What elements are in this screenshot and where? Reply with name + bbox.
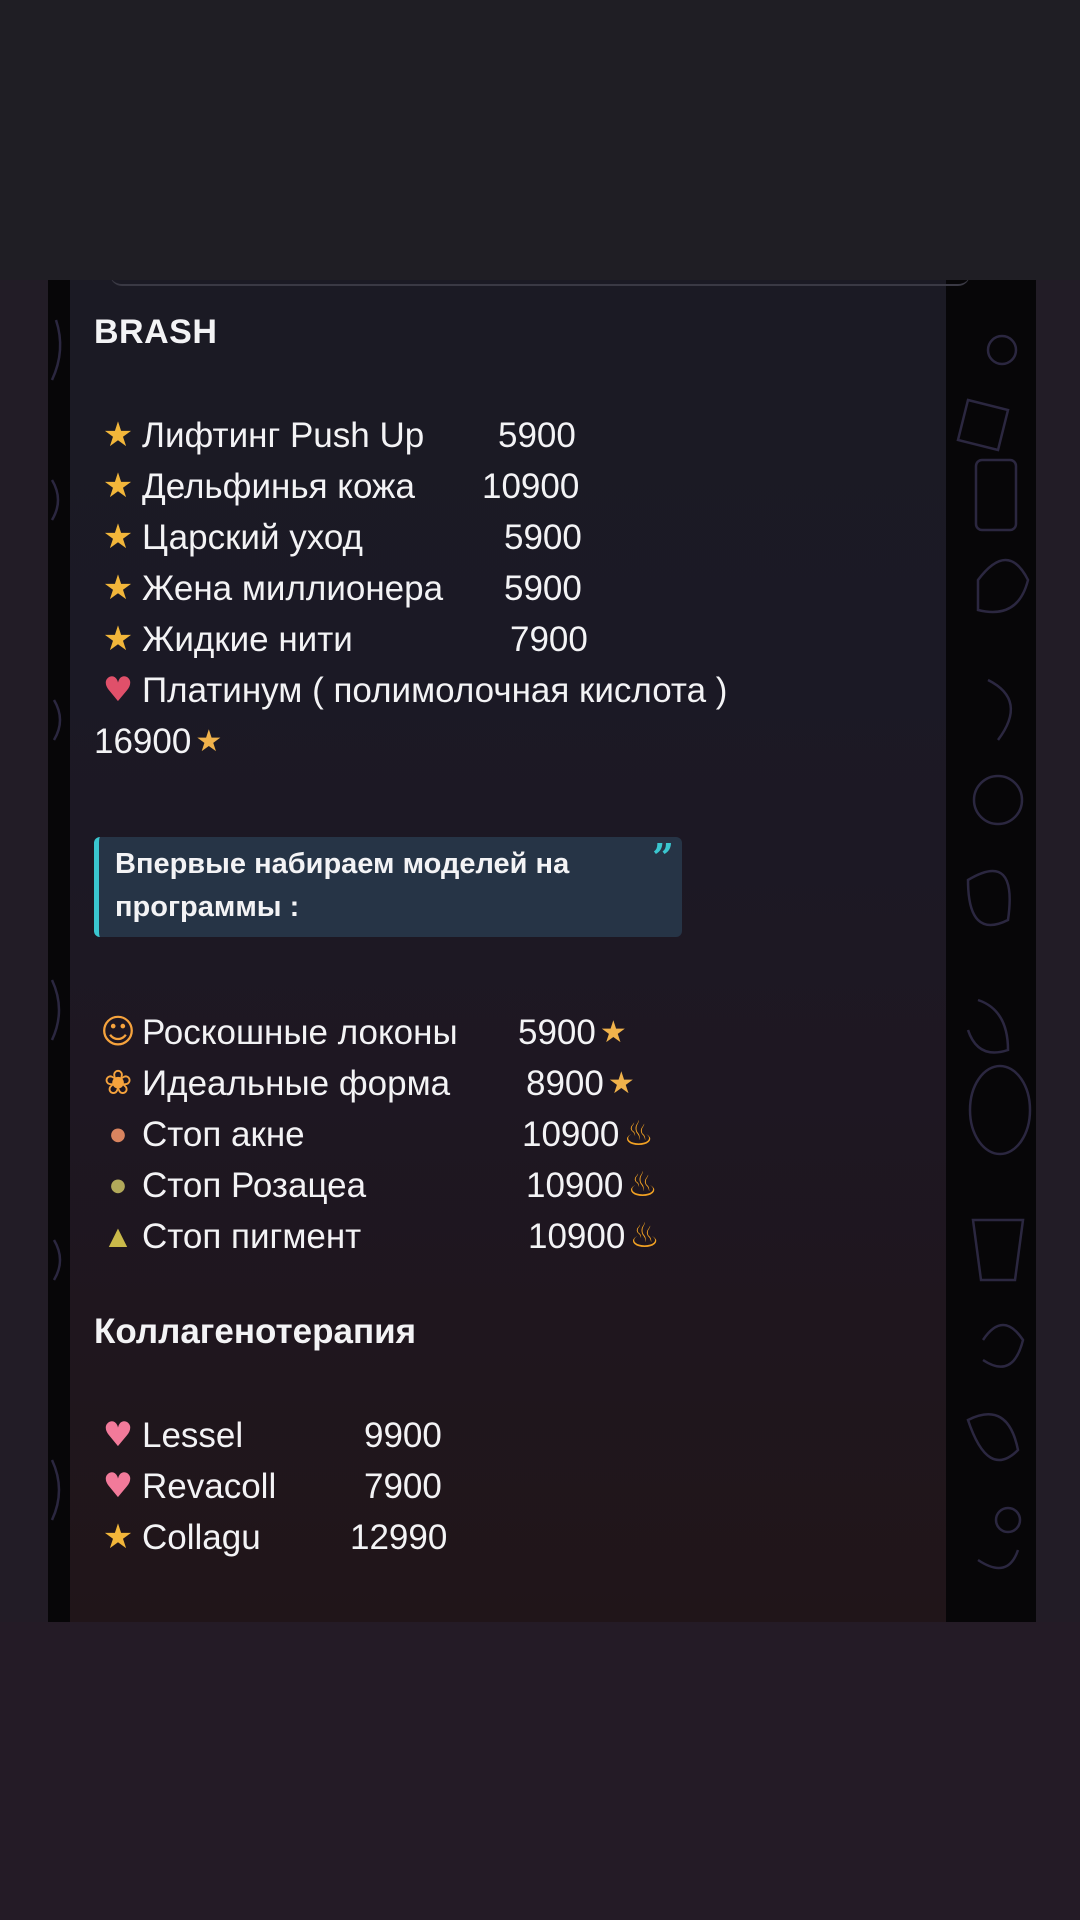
list-item: ★ Лифтинг Push Up 5900	[94, 410, 946, 461]
product-price: 7900	[364, 1467, 442, 1506]
list-item: ● Стоп акне 10900 ♨	[94, 1109, 946, 1160]
program-name: Дельфинья кожа	[142, 467, 415, 506]
quote-block: Впервые набираем моделей на программы : …	[94, 837, 682, 937]
program-price: 10900	[482, 467, 580, 506]
quote-icon: ”	[652, 835, 674, 880]
bottom-bar	[0, 1622, 1080, 1920]
list-item: ☺ Роскошные локоны 5900 ★	[94, 1007, 946, 1058]
star-icon: ★	[102, 466, 134, 506]
fire-icon: ♨	[627, 1165, 658, 1205]
top-bar	[0, 0, 1080, 280]
star-icon: ★	[102, 1517, 134, 1557]
program-name: Лифтинг Push Up	[142, 416, 425, 455]
program-name: Роскошные локоны	[142, 1013, 458, 1052]
star-icon: ★	[195, 724, 223, 759]
list-item: ♥ Платинум ( полимолочная кислота )	[94, 665, 946, 716]
message-title: BRASH	[94, 313, 218, 351]
list-item: ★ Жидкие нити 7900	[94, 614, 946, 665]
star-icon: ★	[607, 1066, 635, 1101]
previous-message-edge	[110, 280, 970, 286]
quote-text: Впервые набираем моделей на программы :	[115, 848, 570, 923]
smiling-face-icon: ☺	[100, 1012, 136, 1052]
chat-screenshot: BRASH ★ Лифтинг Push Up 5900 ★ Дельфинья…	[48, 280, 1036, 1622]
fire-icon: ♨	[623, 1114, 654, 1154]
program-name: Жена миллионера	[142, 569, 444, 608]
program-name: Стоп Розацеа	[142, 1166, 367, 1205]
program-list: ★ Лифтинг Push Up 5900 ★ Дельфинья кожа …	[94, 410, 946, 767]
program-price: 16900	[94, 722, 192, 761]
program-price: 5900	[504, 569, 582, 608]
program-price: 8900	[526, 1064, 604, 1103]
model-program-list: ☺ Роскошные локоны 5900 ★ ❀ Идеальные фо…	[94, 1007, 946, 1262]
program-name: Царский уход	[142, 518, 363, 557]
list-item: ▲ Стоп пигмент 10900 ♨	[94, 1211, 946, 1262]
program-price: 10900	[526, 1166, 624, 1205]
olive-icon: ●	[110, 1175, 126, 1196]
bouquet-icon: ❀	[103, 1063, 133, 1103]
program-price: 10900	[522, 1115, 620, 1154]
list-item: ★ Царский уход 5900	[94, 512, 946, 563]
product-price: 9900	[364, 1416, 442, 1455]
product-name: Lessel	[142, 1416, 244, 1455]
list-item: ♥ Lessel 9900	[94, 1410, 946, 1461]
pizza-icon: ▲	[108, 1222, 128, 1250]
list-item: ★ Collagu 12990	[94, 1512, 946, 1563]
product-name: Revacoll	[142, 1467, 277, 1506]
peach-icon: ●	[110, 1124, 126, 1145]
heart-icon: ♥	[102, 1415, 134, 1455]
star-icon: ★	[102, 517, 134, 557]
program-price: 5900	[504, 518, 582, 557]
fire-icon: ♨	[629, 1216, 660, 1256]
message-bubble: BRASH ★ Лифтинг Push Up 5900 ★ Дельфинья…	[70, 280, 970, 1622]
heart-hands-icon: ♥	[102, 1466, 134, 1506]
program-price: 5900	[498, 416, 576, 455]
star-icon: ★	[102, 415, 134, 455]
program-price: 10900	[528, 1217, 626, 1256]
list-item: ★ Жена миллионера 5900	[94, 563, 946, 614]
collagen-list: ♥ Lessel 9900 ♥ Revacoll 7900 ★ Collagu …	[94, 1410, 946, 1563]
program-name: Жидкие нити	[142, 620, 353, 659]
program-name: Стоп пигмент	[142, 1217, 362, 1256]
list-item: ● Стоп Розацеа 10900 ♨	[94, 1160, 946, 1211]
program-price: 5900	[518, 1013, 596, 1052]
collagen-title: Коллагенотерапия	[94, 1312, 417, 1351]
program-name: Платинум ( полимолочная кислота )	[142, 671, 728, 710]
star-icon: ★	[599, 1015, 627, 1050]
program-name: Стоп акне	[142, 1115, 305, 1154]
product-name: Collagu	[142, 1518, 261, 1557]
program-price: 7900	[510, 620, 588, 659]
list-item: ♥ Revacoll 7900	[94, 1461, 946, 1512]
product-price: 12990	[350, 1518, 448, 1557]
lips-icon: ♥	[102, 670, 134, 710]
list-item: ❀ Идеальные форма 8900 ★	[94, 1058, 946, 1109]
star-icon: ★	[102, 619, 134, 659]
star-icon: ★	[102, 568, 134, 608]
list-item: 16900 ★	[94, 716, 946, 767]
program-name: Идеальные форма	[142, 1064, 451, 1103]
list-item: ★ Дельфинья кожа 10900	[94, 461, 946, 512]
